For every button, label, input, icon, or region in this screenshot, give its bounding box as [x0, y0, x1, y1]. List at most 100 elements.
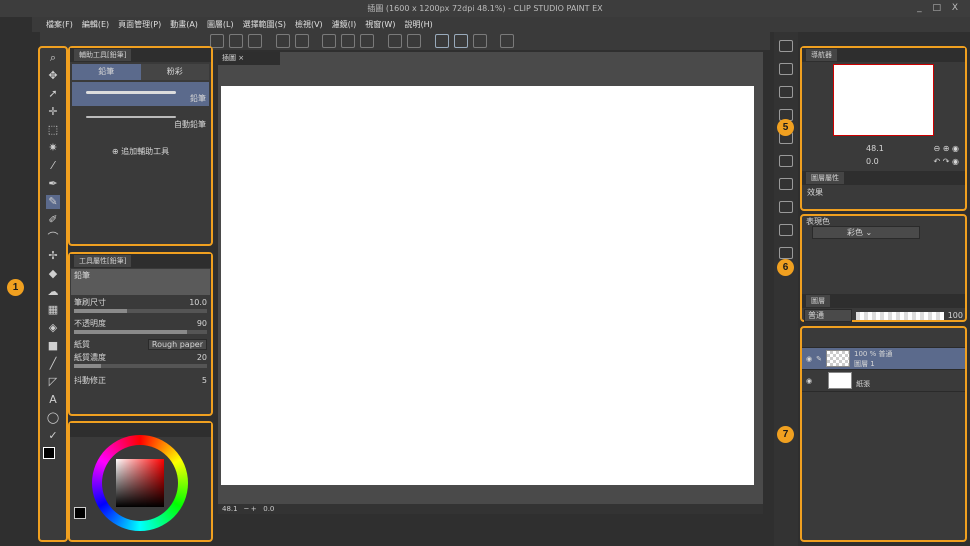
snap-special-ruler-icon[interactable] — [453, 34, 468, 48]
tab-pencil[interactable]: 鉛筆 — [72, 64, 141, 80]
operation-icon[interactable]: ➚ — [46, 87, 60, 101]
brush-size-slider[interactable] — [74, 309, 207, 313]
zoom-icon[interactable]: ⌕ — [46, 51, 60, 65]
fill-selection-icon[interactable] — [341, 34, 356, 48]
paper-density-value[interactable]: 20 — [197, 353, 207, 362]
figure-icon[interactable]: ╱ — [46, 357, 60, 371]
rotate-controls-icon[interactable]: ↶ ↷ ◉ — [934, 157, 959, 166]
layer-opacity-value[interactable]: 100 — [948, 311, 963, 320]
color-set-icon[interactable] — [779, 178, 793, 190]
window-controls[interactable]: _ □ X — [917, 0, 962, 17]
stabilization-value[interactable]: 5 — [202, 376, 207, 385]
zoom-controls-icon[interactable]: ⊖ ⊕ ◉ — [934, 144, 959, 153]
opacity-row[interactable]: 不透明度 90 — [70, 317, 211, 330]
paper-density-slider[interactable] — [74, 364, 207, 368]
navigator-zoom-row[interactable]: 48.1 ⊖ ⊕ ◉ — [862, 142, 963, 155]
open-icon[interactable] — [228, 34, 243, 48]
subtool-item-auto-pencil[interactable]: 自動鉛筆 — [72, 108, 209, 132]
main-color-swatch[interactable] — [43, 447, 55, 459]
balloon-icon[interactable]: ◯ — [46, 411, 60, 425]
opacity-bar[interactable] — [856, 311, 944, 320]
gradient-icon[interactable]: ■ — [46, 339, 60, 353]
fill-icon[interactable]: ◈ — [46, 321, 60, 335]
approx-color-icon[interactable] — [779, 201, 793, 213]
menu-layer[interactable]: 圖層(L) — [207, 17, 234, 32]
opacity-slider[interactable] — [74, 330, 207, 334]
pencil-icon[interactable]: ✎ — [46, 195, 60, 209]
brush-icon[interactable]: ✐ — [46, 213, 60, 227]
brush-size-value[interactable]: 10.0 — [189, 298, 207, 307]
menu-help[interactable]: 說明(H) — [404, 17, 432, 32]
blend-mode-select[interactable]: 普通 — [804, 309, 852, 322]
history-icon[interactable] — [779, 86, 793, 98]
blend-icon[interactable]: ☁ — [46, 285, 60, 299]
menu-view[interactable]: 檢視(V) — [295, 17, 323, 32]
subtool-item-pencil[interactable]: 鉛筆 — [72, 82, 209, 106]
menu-window[interactable]: 視窗(W) — [365, 17, 395, 32]
opacity-value[interactable]: 90 — [197, 319, 207, 328]
menu-animation[interactable]: 動畫(A) — [170, 17, 198, 32]
layer-row[interactable]: ◉ 紙張 — [802, 370, 965, 392]
menu-select[interactable]: 選擇範圍(S) — [243, 17, 286, 32]
decoration-icon[interactable]: ✢ — [46, 249, 60, 263]
sub-view-icon[interactable] — [779, 247, 793, 259]
main-color-swatch[interactable] — [74, 507, 86, 519]
snap-grid-icon[interactable] — [472, 34, 487, 48]
undo-icon[interactable] — [275, 34, 290, 48]
saturation-square[interactable] — [116, 459, 164, 507]
menu-filter[interactable]: 濾鏡(I) — [332, 17, 357, 32]
close-icon[interactable]: × — [238, 54, 244, 62]
correct-line-icon[interactable]: ✓ — [46, 429, 60, 443]
paper-density-row[interactable]: 紙質濃度 20 — [70, 351, 211, 364]
color-wheel[interactable] — [92, 435, 188, 531]
menu-edit[interactable]: 編輯(E) — [82, 17, 109, 32]
rotation-value[interactable]: 0.0 — [263, 505, 274, 513]
eye-icon[interactable]: ◉ — [806, 355, 812, 363]
navigator-rotate-row[interactable]: 0.0 ↶ ↷ ◉ — [862, 155, 963, 168]
frame-icon[interactable]: ▦ — [46, 303, 60, 317]
toolprop-tab[interactable]: 工具屬性[鉛筆] — [70, 254, 211, 268]
drawing-canvas[interactable] — [221, 86, 754, 485]
layer-tab[interactable]: 圖層 — [802, 294, 965, 308]
paper-texture-select[interactable]: Rough paper — [147, 339, 207, 350]
save-icon[interactable] — [247, 34, 262, 48]
redo-icon[interactable] — [294, 34, 309, 48]
subtool-tab[interactable]: 輔助工具[鉛筆] — [70, 48, 211, 62]
eyedropper-icon[interactable]: ⁄ — [46, 159, 60, 173]
brush-size-row[interactable]: 筆刷尺寸 10.0 — [70, 296, 211, 309]
search-icon[interactable] — [779, 40, 793, 52]
eraser-icon[interactable]: ◆ — [46, 267, 60, 281]
snap-ruler-icon[interactable] — [434, 34, 449, 48]
ruler-icon[interactable]: ◸ — [46, 375, 60, 389]
document-tab[interactable]: 插圖 × — [218, 52, 280, 65]
timeline-icon[interactable] — [779, 155, 793, 167]
clear-icon[interactable] — [322, 34, 337, 48]
invert-selection-icon[interactable] — [406, 34, 421, 48]
new-icon[interactable] — [210, 34, 224, 48]
airbrush-icon[interactable]: ⌒ — [46, 231, 60, 245]
eye-icon[interactable]: ◉ — [806, 377, 812, 385]
add-subtool-button[interactable]: ⊕ 追加輔助工具 — [70, 146, 211, 157]
tab-pastel[interactable]: 粉彩 — [140, 64, 209, 80]
transform-icon[interactable] — [360, 34, 375, 48]
menu-page[interactable]: 頁面管理(P) — [118, 17, 161, 32]
zoom-value[interactable]: 48.1 — [222, 505, 238, 513]
move-icon[interactable]: ✥ — [46, 69, 60, 83]
layer-property-tab[interactable]: 圖層屬性 — [802, 171, 965, 185]
navigator-preview[interactable] — [833, 64, 934, 136]
material-icon[interactable] — [779, 63, 793, 75]
paper-texture-row[interactable]: 紙質 Rough paper — [70, 338, 211, 351]
text-icon[interactable]: A — [46, 393, 60, 407]
navigator-tab[interactable]: 導航器 — [802, 48, 965, 62]
expression-color-select[interactable]: 彩色 ⌄ — [812, 226, 920, 239]
selection-icon[interactable]: ⬚ — [46, 123, 60, 137]
settings-icon[interactable] — [500, 34, 515, 48]
intermediate-color-icon[interactable] — [779, 224, 793, 236]
layer-row[interactable]: ◉ ✎ 100 % 普通 圖層 1 — [802, 348, 965, 370]
stabilization-row[interactable]: 抖動修正 5 — [70, 374, 211, 387]
pen-icon[interactable]: ✒ — [46, 177, 60, 191]
layer-move-icon[interactable]: ✛ — [46, 105, 60, 119]
menu-file[interactable]: 檔案(F) — [46, 17, 73, 32]
magic-wand-icon[interactable]: ✷ — [46, 141, 60, 155]
deselect-icon[interactable] — [388, 34, 402, 48]
